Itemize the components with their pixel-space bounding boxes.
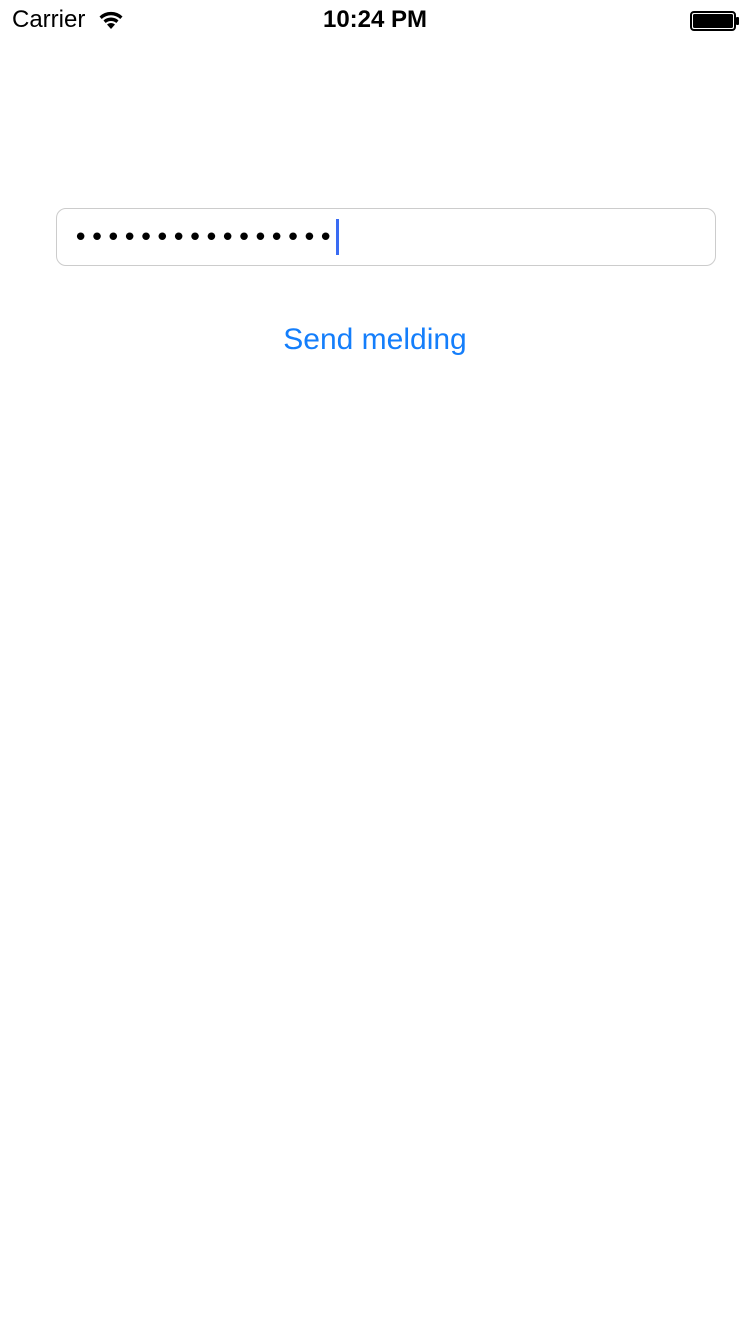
status-bar: Carrier 10:24 PM xyxy=(0,0,750,40)
app-screen: Carrier 10:24 PM •••••••••••••••• Send m… xyxy=(0,0,750,1334)
password-dots: •••••••••••••••• xyxy=(73,223,335,253)
password-field[interactable]: •••••••••••••••• xyxy=(56,208,716,266)
status-time: 10:24 PM xyxy=(322,6,428,33)
text-caret xyxy=(336,218,340,255)
send-message-button[interactable]: Send melding xyxy=(0,320,750,360)
password-value: •••••••••••••••• xyxy=(73,218,340,257)
battery-icon xyxy=(690,11,740,31)
